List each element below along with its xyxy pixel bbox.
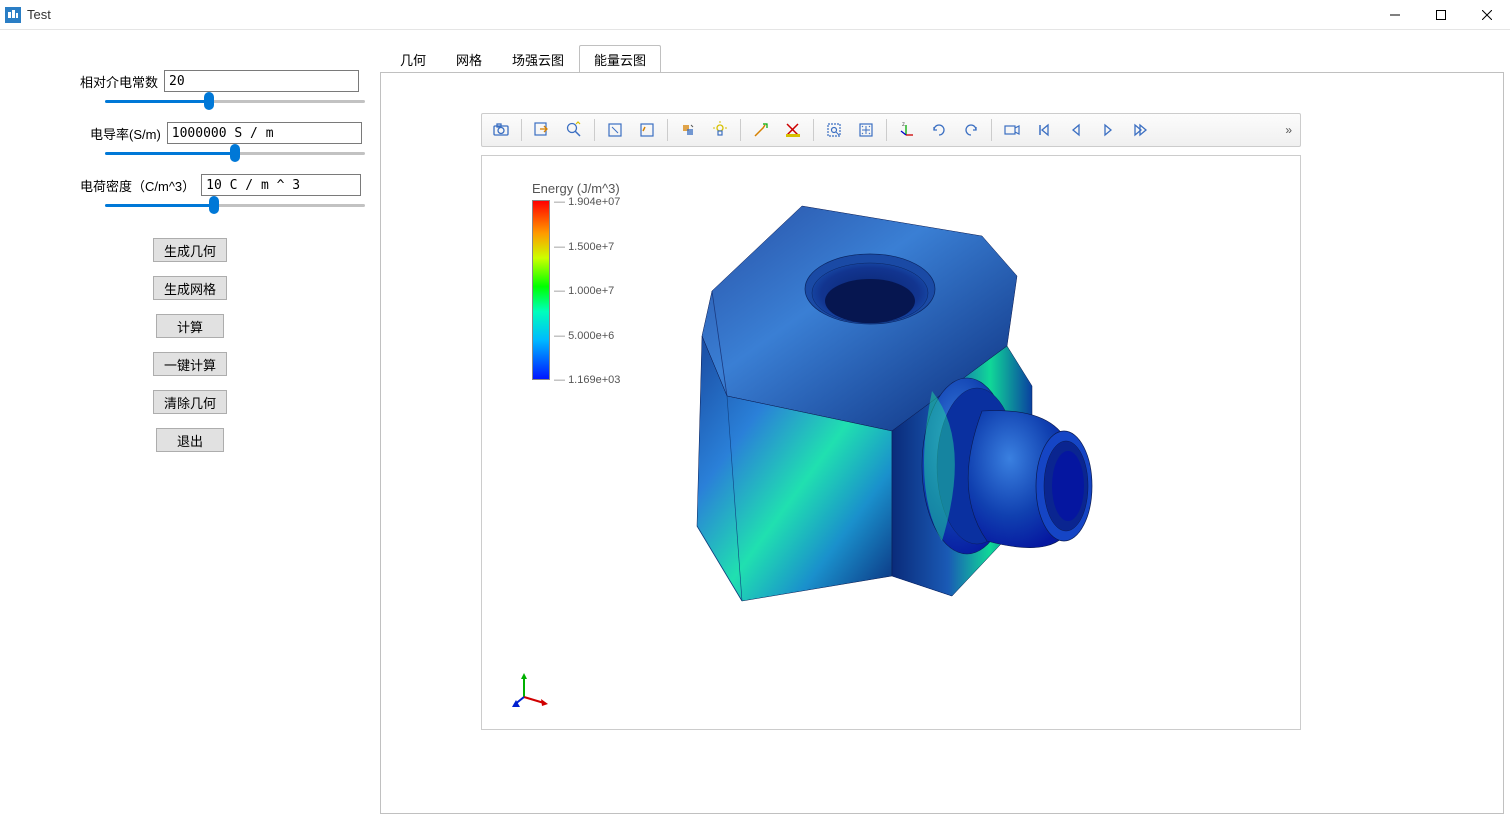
gen-mesh-button[interactable]: 生成网格 [153,276,227,300]
triad-icon[interactable]: z [892,116,922,144]
legend-tick: 1.904e+07 [554,196,620,208]
left-panel: 相对介电常数 电导率(S/m) 电荷密度（C/m^3） [0,30,380,814]
conductivity-row: 电导率(S/m) [10,122,370,144]
minimize-button[interactable] [1372,0,1418,30]
exit-button[interactable]: 退出 [156,428,224,452]
rotate-cw-icon[interactable] [956,116,986,144]
view-camera-icon[interactable] [997,116,1027,144]
legend: Energy (J/m^3) 1.904e+07 1.500e+7 1.000e… [532,181,620,386]
svg-text:z: z [902,122,905,128]
tab-field[interactable]: 场强云图 [497,45,579,73]
charge-row: 电荷密度（C/m^3） [10,174,370,196]
viewport[interactable]: Energy (J/m^3) 1.904e+07 1.500e+7 1.000e… [481,155,1301,730]
reset-icon[interactable] [632,116,662,144]
legend-tick: 1.000e+7 [554,285,620,297]
button-column: 生成几何 生成网格 计算 一键计算 清除几何 退出 [10,238,370,452]
export-icon[interactable] [527,116,557,144]
charge-label: 电荷密度（C/m^3） [80,176,195,195]
colorbar [532,200,550,380]
axes-triad [512,669,552,709]
permittivity-input[interactable] [164,70,359,92]
tab-energy[interactable]: 能量云图 [579,45,661,73]
conductivity-input[interactable] [167,122,362,144]
permittivity-slider-wrap [10,96,370,122]
zoom-icon[interactable] [559,116,589,144]
legend-tick: 1.500e+7 [554,241,620,253]
charge-slider-wrap [10,200,370,226]
viewport-toolbar: z » [481,113,1301,147]
clear-geom-button[interactable]: 清除几何 [153,390,227,414]
fit-icon[interactable] [851,116,881,144]
tab-geometry[interactable]: 几何 [385,45,441,73]
box-select-icon[interactable] [600,116,630,144]
app-icon [5,7,21,23]
conductivity-slider[interactable] [105,152,365,156]
camera-icon[interactable] [486,116,516,144]
charge-slider[interactable] [105,204,365,208]
permittivity-slider[interactable] [105,100,365,104]
toolbar-more-icon[interactable]: » [1285,123,1296,137]
gen-geom-button[interactable]: 生成几何 [153,238,227,262]
right-panel: 几何 网格 场强云图 能量云图 [380,30,1510,814]
legend-labels: 1.904e+07 1.500e+7 1.000e+7 5.000e+6 1.1… [554,196,620,386]
one-click-button[interactable]: 一键计算 [153,352,227,376]
titlebar-left: Test [5,7,51,23]
view-next-icon[interactable] [1093,116,1123,144]
tabs: 几何 网格 场强云图 能量云图 [380,45,1510,73]
probe-icon[interactable] [746,116,776,144]
main: 相对介电常数 电导率(S/m) 电荷密度（C/m^3） [0,30,1510,814]
legend-tick: 5.000e+6 [554,330,620,342]
view-last-icon[interactable] [1125,116,1155,144]
rotate-ccw-icon[interactable] [924,116,954,144]
ruler-icon[interactable] [778,116,808,144]
charge-input[interactable] [201,174,361,196]
tab-mesh[interactable]: 网格 [441,45,497,73]
part-model [652,181,1122,631]
show-hide-icon[interactable] [673,116,703,144]
permittivity-row: 相对介电常数 [10,70,370,92]
view-prev-icon[interactable] [1061,116,1091,144]
close-button[interactable] [1464,0,1510,30]
conductivity-slider-wrap [10,148,370,174]
maximize-button[interactable] [1418,0,1464,30]
legend-title: Energy (J/m^3) [532,181,620,196]
window-title: Test [27,7,51,22]
conductivity-label: 电导率(S/m) [90,124,161,143]
view-first-icon[interactable] [1029,116,1059,144]
window-controls [1372,0,1510,30]
roi-icon[interactable] [819,116,849,144]
light-icon[interactable] [705,116,735,144]
legend-tick: 1.169e+03 [554,374,620,386]
permittivity-label: 相对介电常数 [80,72,158,91]
calc-button[interactable]: 计算 [156,314,224,338]
titlebar: Test [0,0,1510,30]
tab-content: z » Energy (J/m^3) 1.904e+07 [380,72,1504,814]
